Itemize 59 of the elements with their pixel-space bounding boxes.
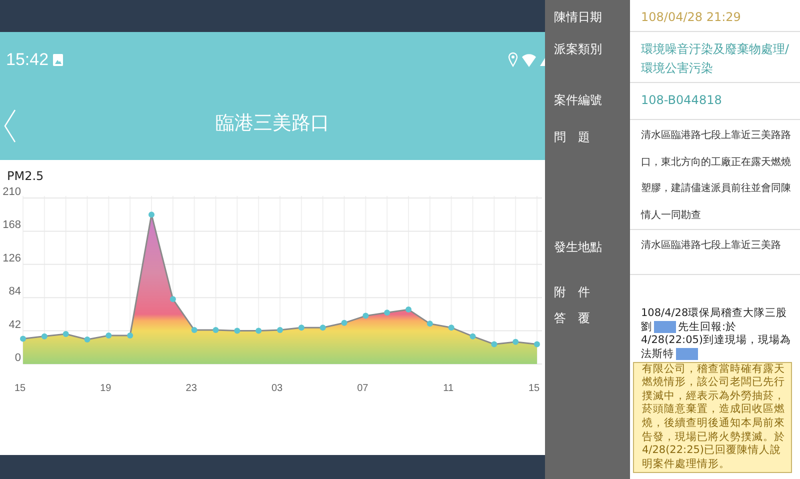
x-axis-label: 19	[100, 383, 112, 394]
chart-title: PM2.5	[6, 168, 45, 182]
data-point	[20, 336, 26, 342]
field-value: 108-B044818	[641, 92, 723, 109]
field-value: 清水區臨港路七段上靠近三美路路口，東北方向的工廠正在露天燃燒塑膠，建請儘速派員前往並會同陳情人一同勘查	[641, 128, 792, 222]
y-axis-label: 0	[14, 352, 21, 364]
data-point	[170, 296, 176, 302]
data-point	[534, 341, 540, 348]
data-point	[470, 333, 476, 340]
data-point	[362, 312, 369, 319]
data-point	[491, 341, 498, 348]
data-point	[406, 306, 412, 312]
y-axis-label: 210	[2, 186, 21, 198]
data-point	[277, 327, 283, 333]
page-title: 臨港三美路口	[216, 111, 330, 136]
data-point	[426, 320, 433, 327]
x-axis-label: 11	[443, 383, 454, 394]
data-point	[298, 324, 304, 331]
field-label: 派案類別	[553, 41, 603, 58]
field-label: 發生地點	[553, 239, 603, 256]
field-label: 陳情日期	[553, 9, 603, 26]
wifi-icon	[522, 52, 536, 66]
image-icon	[52, 54, 63, 66]
y-axis-label: 168	[2, 219, 21, 232]
status-time: 15:42	[6, 48, 49, 71]
field-value: 清水區臨港路七段上靠近三美路	[641, 238, 782, 253]
data-point	[127, 332, 134, 339]
data-point	[84, 336, 90, 342]
data-point	[234, 328, 240, 334]
data-point	[212, 327, 219, 333]
data-point	[191, 327, 198, 333]
data-point	[320, 324, 326, 331]
x-axis-label: 23	[186, 383, 197, 394]
data-point	[41, 333, 48, 340]
highlighted-reply-text: 有限公司，稽查當時確有露天燃燒情形，該公司老闆已先行撲滅中，經表示為外勞抽菸，菸頭隨意棄置，造成回收區燃燒，後續查明後通知本局前來告發，現場已將火勢撲滅。於4/28(22:25)已回覆陳情人說明案件處理情形。	[633, 362, 792, 473]
data-point	[341, 320, 348, 326]
data-point	[148, 212, 154, 218]
data-point	[106, 332, 112, 339]
y-axis-label: 84	[8, 286, 21, 298]
x-axis-label: 15	[14, 383, 26, 394]
field-value: 環境噪音汙染及廢棄物處理/環境公害污染	[641, 41, 790, 77]
data-point	[62, 330, 69, 337]
reply-text: 108/4/28環保局稽查大隊三股劉 先生回報:於4/28(22:05)到達現場，現場為法斯特	[641, 307, 792, 362]
y-axis-label: 42	[8, 318, 21, 331]
location-pin-icon	[508, 52, 518, 67]
data-point	[384, 310, 390, 316]
x-axis-label: 07	[357, 383, 368, 394]
field-label: 問 題	[553, 129, 591, 146]
data-point	[448, 324, 454, 331]
data-point	[512, 338, 519, 345]
data-point	[256, 328, 262, 334]
x-axis-label: 03	[271, 383, 283, 394]
y-axis-label: 126	[2, 252, 21, 264]
back-chevron-icon[interactable]	[4, 109, 16, 143]
x-axis-label: 15	[528, 383, 540, 394]
field-label: 附 件	[553, 284, 591, 301]
field-label: 答 覆	[553, 310, 591, 327]
field-label: 案件編號	[553, 92, 603, 109]
field-value: 108/04/28 21:29	[641, 9, 742, 26]
